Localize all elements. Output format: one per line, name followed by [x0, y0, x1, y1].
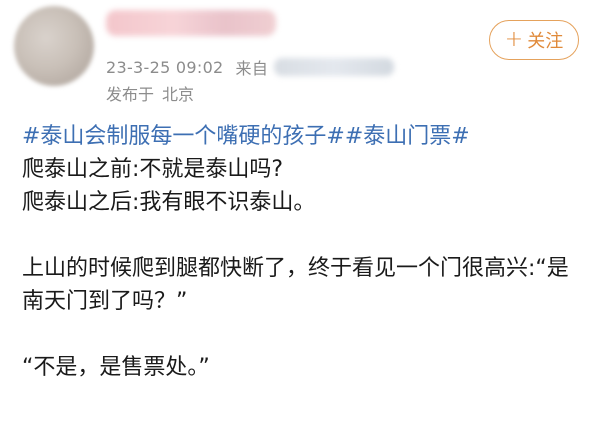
text-line-reply: “不是，是售票处。”	[22, 355, 210, 380]
weibo-post: 23-3-25 09:02 来自 发布于 北京 + 关注 #泰山会制服每一个嘴硬…	[0, 0, 600, 427]
hashtag-link[interactable]: #泰山会制服每一个嘴硬的孩子#	[22, 124, 345, 149]
hashtag-link[interactable]: #泰山门票#	[345, 124, 470, 149]
post-timestamp: 23-3-25 09:02	[106, 57, 224, 77]
hashtag-line: #泰山会制服每一个嘴硬的孩子##泰山门票#	[22, 120, 582, 153]
text-paragraph-story: 上山的时候爬到腿都快断了，终于看见一个门很高兴:“是南天门到了吗？”	[22, 256, 569, 314]
text-line-before: 爬泰山之前:不就是泰山吗?	[22, 157, 284, 182]
source-redacted	[274, 58, 395, 76]
follow-label: 关注	[527, 31, 564, 52]
post-location: 发布于 北京	[106, 82, 194, 104]
plus-icon: +	[504, 27, 524, 52]
post-meta: 23-3-25 09:02 来自	[106, 56, 395, 78]
location-label: 发布于	[106, 85, 155, 104]
follow-button[interactable]: + 关注	[489, 20, 579, 60]
location-value: 北京	[162, 85, 195, 104]
avatar[interactable]	[14, 6, 94, 86]
post-content: #泰山会制服每一个嘴硬的孩子##泰山门票# 爬泰山之前:不就是泰山吗? 爬泰山之…	[22, 120, 582, 384]
text-line-after: 爬泰山之后:我有眼不识泰山。	[22, 190, 316, 215]
username-redacted[interactable]	[106, 10, 276, 36]
source-prefix: 来自	[235, 59, 269, 78]
